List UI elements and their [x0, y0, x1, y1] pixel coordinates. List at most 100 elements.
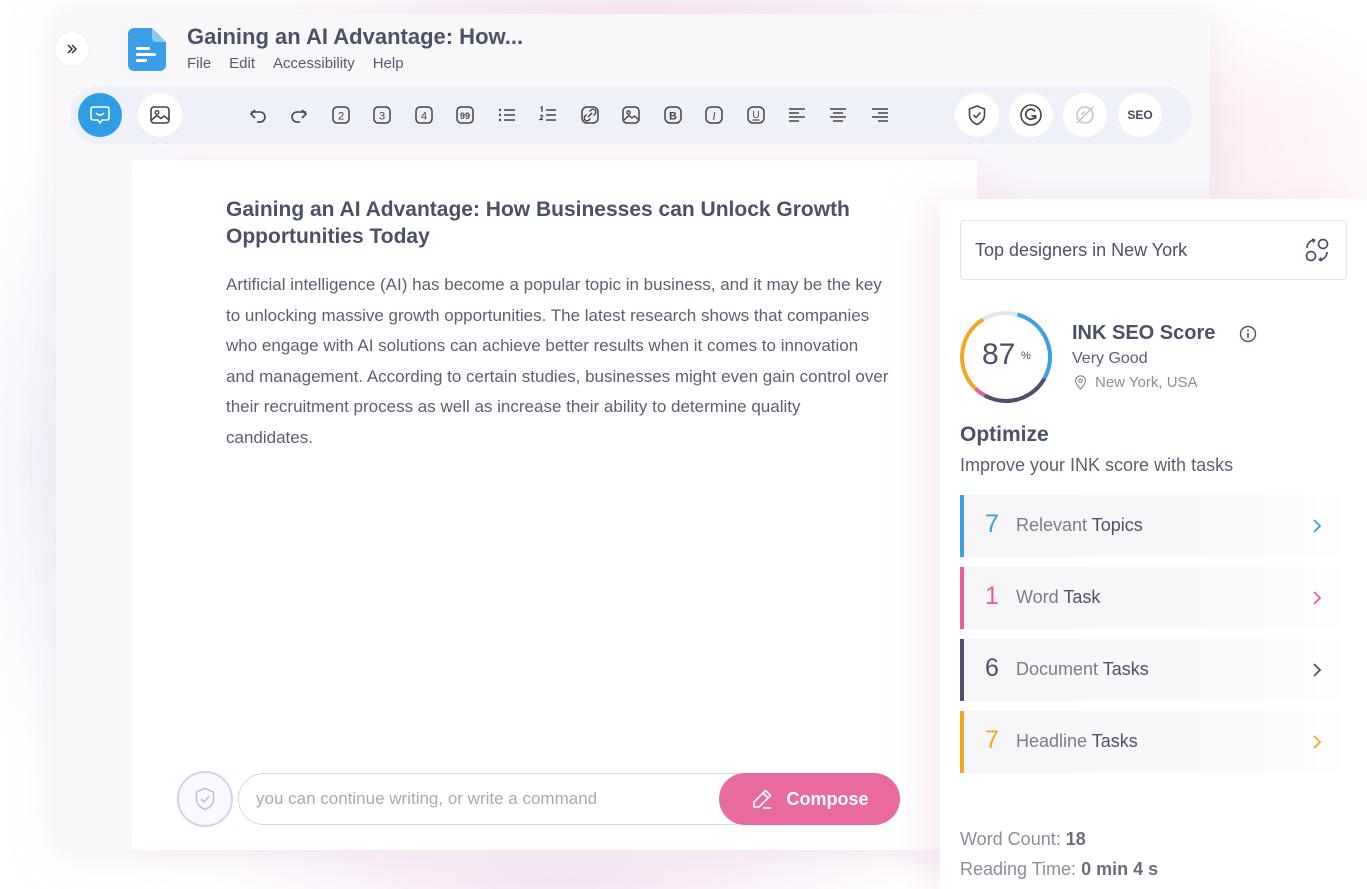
menu-help[interactable]: Help: [373, 55, 404, 72]
plagiarism-check-button[interactable]: [955, 93, 999, 137]
location-pin-icon: [1074, 375, 1087, 390]
optimize-subtitle: Improve your INK score with tasks: [960, 455, 1234, 475]
bold-button[interactable]: B: [660, 102, 686, 128]
chevron-right-icon: [1313, 663, 1322, 677]
svg-text:3: 3: [379, 111, 385, 123]
svg-text:4: 4: [421, 111, 427, 123]
seo-location: New York, USA: [1095, 374, 1198, 391]
seo-score-value: 87: [982, 338, 1016, 371]
align-left-button[interactable]: [784, 102, 810, 128]
task-label: Relevant Topics: [1016, 515, 1143, 535]
underline-icon: U: [747, 106, 765, 124]
heading-2-icon: 2: [332, 106, 350, 124]
image-panel-button[interactable]: [138, 93, 182, 137]
task-color-bar: [960, 495, 964, 557]
chat-bubble-icon: [90, 106, 110, 125]
task-row-relevant-topics[interactable]: 7 Relevant Topics: [960, 495, 1348, 557]
italic-icon: I: [705, 106, 723, 124]
underline-button[interactable]: U: [743, 102, 769, 128]
quote-icon: 99: [456, 106, 474, 124]
heading-4-button[interactable]: 4: [411, 102, 437, 128]
seo-score-grade: Very Good: [1072, 350, 1148, 367]
insert-image-icon: [622, 106, 640, 124]
grammar-check-button[interactable]: [1009, 93, 1053, 137]
bullet-list-button[interactable]: [494, 102, 520, 128]
editor-sheet: [132, 160, 977, 850]
article-title[interactable]: Gaining an AI Advantage: How Businesses …: [226, 196, 866, 250]
task-label: Document Tasks: [1016, 659, 1149, 679]
pencil-icon: [753, 789, 772, 809]
undo-icon: [249, 109, 266, 123]
keyword-search-value[interactable]: Top designers in New York: [975, 240, 1187, 261]
align-center-icon: [830, 108, 846, 122]
heading-4-icon: 4: [415, 106, 433, 124]
numbered-list-button[interactable]: [535, 102, 561, 128]
task-color-bar: [960, 639, 964, 701]
align-right-icon: [872, 108, 888, 122]
hide-icon: [1076, 106, 1094, 124]
task-label: Headline Tasks: [1016, 731, 1138, 751]
heading-2-button[interactable]: 2: [328, 102, 354, 128]
chevron-double-right-icon: [67, 44, 78, 54]
image-icon: [150, 106, 170, 124]
redo-icon: [291, 109, 308, 123]
seo-score-unit: %: [1021, 350, 1031, 362]
svg-text:I: I: [711, 111, 717, 123]
compose-input[interactable]: [238, 773, 758, 825]
refresh-keywords-icon[interactable]: [1303, 236, 1331, 264]
quote-button[interactable]: 99: [452, 102, 478, 128]
shield-check-icon: [968, 105, 986, 126]
info-icon[interactable]: [1239, 325, 1257, 343]
hide-suggestions-button[interactable]: [1063, 93, 1107, 137]
document-title[interactable]: Gaining an AI Advantage: How...: [187, 24, 523, 50]
collapse-sidebar-button[interactable]: [54, 31, 90, 67]
word-count: Word Count: 18: [960, 829, 1086, 849]
assistant-shield-button[interactable]: [177, 771, 233, 827]
chat-button[interactable]: [78, 93, 122, 137]
document-icon: [128, 28, 166, 71]
task-label: Word Task: [1016, 587, 1101, 607]
chevron-right-icon: [1313, 591, 1322, 605]
svg-text:U: U: [752, 110, 759, 121]
italic-button[interactable]: I: [701, 102, 727, 128]
link-button[interactable]: [577, 102, 603, 128]
task-count: 7: [985, 510, 999, 538]
bullet-list-icon: [498, 108, 515, 122]
seo-label: SEO: [1127, 108, 1153, 122]
insert-image-button[interactable]: [618, 102, 644, 128]
numbered-list-icon: [538, 105, 556, 121]
task-color-bar: [960, 567, 964, 629]
seo-score-title: INK SEO Score: [1072, 322, 1216, 344]
article-body[interactable]: Artificial intelligence (AI) has become …: [226, 270, 891, 453]
compose-button[interactable]: Compose: [719, 773, 900, 825]
bold-icon: B: [664, 106, 682, 124]
menu-file[interactable]: File: [187, 55, 211, 72]
menu-bar: File Edit Accessibility Help: [187, 55, 404, 72]
grammarly-icon: [1020, 104, 1042, 126]
task-row-document-tasks[interactable]: 6 Document Tasks: [960, 639, 1348, 701]
heading-3-button[interactable]: 3: [369, 102, 395, 128]
task-count: 6: [985, 654, 999, 682]
align-right-button[interactable]: [867, 102, 893, 128]
formatting-toolbar: 2 3 4 99 B I U SEO: [70, 86, 1192, 144]
redo-button[interactable]: [286, 102, 312, 128]
optimize-title: Optimize: [960, 423, 1049, 446]
link-icon: [581, 106, 599, 124]
align-left-icon: [789, 108, 805, 122]
task-count: 7: [985, 726, 999, 754]
task-row-headline-tasks[interactable]: 7 Headline Tasks: [960, 711, 1348, 773]
align-center-button[interactable]: [825, 102, 851, 128]
task-color-bar: [960, 711, 964, 773]
svg-text:2: 2: [338, 111, 344, 123]
shield-check-icon: [195, 787, 215, 811]
seo-button[interactable]: SEO: [1118, 93, 1162, 137]
task-row-word-task[interactable]: 1 Word Task: [960, 567, 1348, 629]
heading-3-icon: 3: [373, 106, 391, 124]
menu-edit[interactable]: Edit: [229, 55, 255, 72]
svg-text:B: B: [669, 111, 677, 123]
task-count: 1: [985, 582, 999, 610]
undo-button[interactable]: [245, 102, 271, 128]
menu-accessibility[interactable]: Accessibility: [273, 55, 355, 72]
reading-time: Reading Time: 0 min 4 s: [960, 859, 1159, 879]
chevron-right-icon: [1313, 519, 1322, 533]
